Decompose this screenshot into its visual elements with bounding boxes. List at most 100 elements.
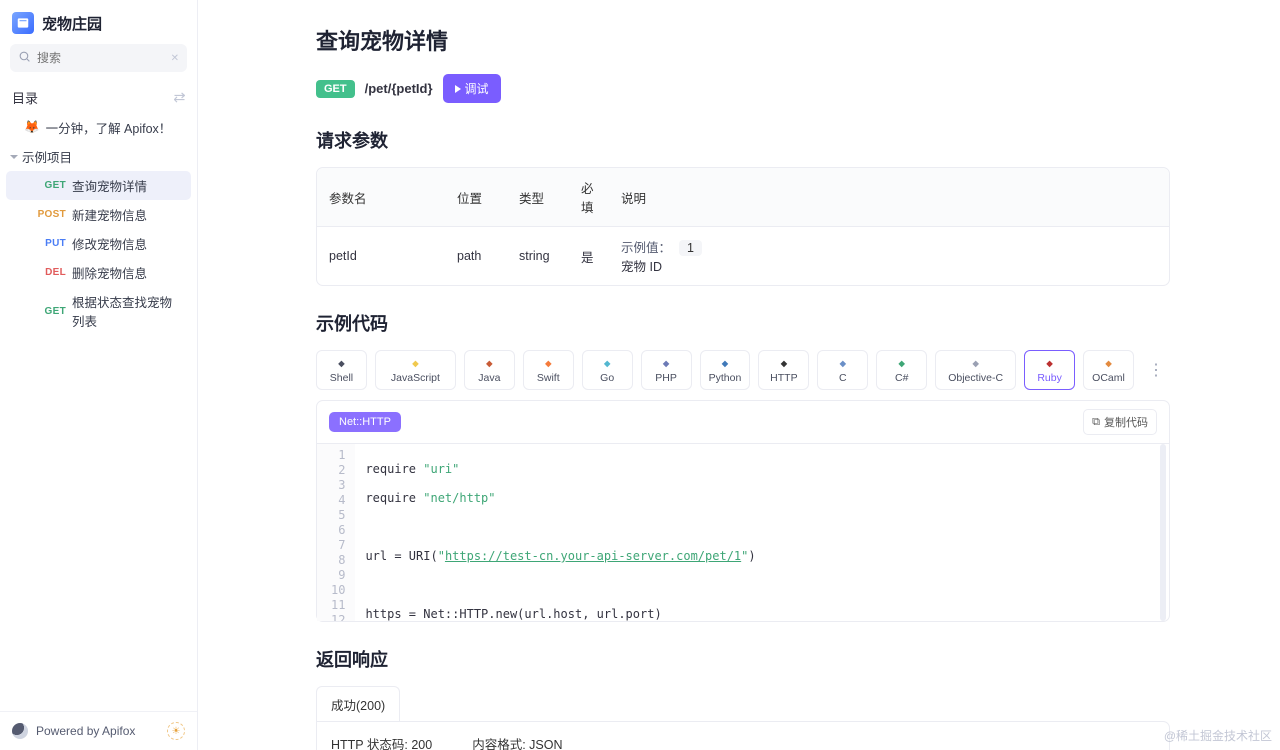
table-header: 参数名 位置 类型 必填 说明 (317, 168, 1169, 227)
response-tab[interactable]: 成功(200) (316, 686, 400, 722)
method-tag: POST (36, 209, 66, 220)
method-tag: GET (36, 180, 66, 191)
copy-label: 复制代码 (1104, 414, 1148, 430)
copy-code-button[interactable]: ⧉ 复制代码 (1083, 409, 1157, 435)
lang-icon: ◆ (718, 356, 732, 370)
search-input[interactable] (37, 51, 165, 65)
client-chip[interactable]: Net::HTTP (329, 412, 401, 432)
lang-icon: ◆ (836, 356, 850, 370)
param-in: path (445, 239, 507, 273)
search-icon (18, 50, 31, 66)
debug-label: 调试 (465, 80, 489, 97)
lang-tab-javascript[interactable]: ◆JavaScript (375, 350, 456, 390)
code-block: Net::HTTP ⧉ 复制代码 123456789101112 require… (316, 400, 1170, 622)
copy-icon: ⧉ (1092, 416, 1100, 429)
lang-label: OCaml (1092, 372, 1125, 384)
lang-icon: ◆ (1043, 356, 1057, 370)
collapse-all-icon[interactable]: ⇅ (171, 92, 188, 104)
endpoint-row: GET /pet/{petId} 调试 (316, 74, 1170, 103)
play-icon (455, 85, 461, 93)
status-code: HTTP 状态码: 200 (331, 734, 432, 750)
param-required: 是 (569, 237, 609, 276)
request-params-heading: 请求参数 (316, 127, 1170, 153)
sidebar-endpoint[interactable]: POST 新建宠物信息 (6, 200, 191, 229)
clear-icon[interactable]: ✕ (171, 53, 179, 64)
lang-label: Ruby (1037, 372, 1062, 384)
watermark: @稀土掘金技术社区 (1164, 727, 1272, 744)
lang-label: HTTP (770, 372, 797, 384)
lang-tab-c[interactable]: ◆C (817, 350, 868, 390)
sidebar-endpoint[interactable]: DEL删除宠物信息 (6, 258, 191, 287)
param-type: string (507, 239, 569, 273)
lang-icon: ◆ (1102, 356, 1116, 370)
method-tag: PUT (36, 238, 66, 249)
powered-by[interactable]: Powered by Apifox (12, 723, 135, 739)
sidebar: 宠物庄园 ✕ 目录 ⇅ 🦊 一分钟，了解 Apifox！ 示例项目 (0, 0, 198, 750)
lang-icon: ◆ (659, 356, 673, 370)
lang-tab-objectivec[interactable]: ◆Objective-C (935, 350, 1016, 390)
lang-tab-php[interactable]: ◆ PHP (641, 350, 692, 390)
theme-toggle[interactable]: ☀ (167, 722, 185, 740)
param-name: petId (317, 239, 445, 273)
lang-label: C# (895, 372, 908, 384)
params-table: 参数名 位置 类型 必填 说明 petId path string 是 示例值：… (316, 167, 1170, 286)
lang-label: Go (600, 372, 614, 384)
fox-icon: 🦊 (24, 120, 40, 135)
lang-label: PHP (655, 372, 677, 384)
col-type: 类型 (507, 178, 569, 217)
code-body[interactable]: 123456789101112 require "uri" require "n… (317, 443, 1169, 621)
lang-label: Python (709, 372, 742, 384)
param-desc: 示例值：1 宠物 ID (609, 227, 1169, 285)
sidebar-footer: Powered by Apifox ☀ (0, 711, 197, 750)
lang-tab-ocaml[interactable]: ◆ OCaml (1083, 350, 1134, 390)
apifox-icon (12, 723, 28, 739)
endpoint-label: 新建宠物信息 (72, 205, 147, 224)
endpoint-label: 查询宠物详情 (72, 176, 147, 195)
col-in: 位置 (445, 178, 507, 217)
directory-header: 目录 ⇅ (0, 82, 197, 113)
lang-tab-java[interactable]: ◆Java (464, 350, 515, 390)
lang-icon: ◆ (895, 356, 909, 370)
lang-label: C (839, 372, 847, 384)
col-required: 必填 (569, 168, 609, 226)
lang-icon: ◆ (408, 356, 422, 370)
endpoint-path: /pet/{petId} (365, 81, 433, 96)
debug-button[interactable]: 调试 (443, 74, 501, 103)
nav-tree: 🦊 一分钟，了解 Apifox！ 示例项目 GET 查询宠物详情 POST 新建宠物信… (0, 113, 197, 335)
app-logo-icon (12, 12, 34, 34)
quickstart-item[interactable]: 🦊 一分钟，了解 Apifox！ (6, 113, 191, 142)
method-tag: GET (36, 306, 66, 317)
lang-label: Java (478, 372, 500, 384)
method-tag: DEL (36, 267, 66, 278)
lang-tab-go[interactable]: ◆Go (582, 350, 633, 390)
sidebar-endpoint[interactable]: GET 查询宠物详情 (6, 171, 191, 200)
powered-by-label: Powered by Apifox (36, 724, 135, 738)
content-format: 内容格式: JSON (472, 734, 562, 750)
lang-tab-ruby[interactable]: ◆ Ruby (1024, 350, 1075, 390)
lang-tab-c[interactable]: ◆ C# (876, 350, 927, 390)
lang-tab-http[interactable]: ◆ HTTP (758, 350, 809, 390)
lang-tab-swift[interactable]: ◆Swift (523, 350, 574, 390)
table-row: petId path string 是 示例值：1 宠物 ID (317, 227, 1169, 285)
sidebar-endpoint[interactable]: PUT修改宠物信息 (6, 229, 191, 258)
search-input-wrap[interactable]: ✕ (10, 44, 187, 72)
col-desc: 说明 (609, 178, 1169, 217)
sidebar-endpoint[interactable]: GET根据状态查找宠物列表 (6, 287, 191, 335)
response-box: HTTP 状态码: 200 内容格式: JSON 数据结构 </> 生成代码 示… (316, 721, 1170, 750)
main: 查询宠物详情 GET /pet/{petId} 调试 请求参数 参数名 位置 类… (198, 0, 1280, 750)
directory-label: 目录 (12, 88, 38, 107)
response-heading: 返回响应 (316, 646, 1170, 672)
quickstart-label: 一分钟，了解 Apifox！ (46, 118, 172, 137)
language-tabs: ◆Shell◆JavaScript◆Java◆Swift◆Go◆PHP◆Pyth… (316, 350, 1170, 390)
lang-tab-shell[interactable]: ◆Shell (316, 350, 367, 390)
app-title: 宠物庄园 (42, 13, 102, 34)
project-folder[interactable]: 示例项目 (6, 142, 191, 171)
sample-code-heading: 示例代码 (316, 310, 1170, 336)
sidebar-header: 宠物庄园 (0, 0, 197, 44)
page-title: 查询宠物详情 (316, 24, 1170, 56)
lang-icon: ◆ (334, 356, 348, 370)
lang-icon: ◆ (777, 356, 791, 370)
more-langs-icon[interactable]: ⋮ (1142, 360, 1170, 380)
method-badge: GET (316, 80, 355, 98)
lang-tab-python[interactable]: ◆ Python (700, 350, 751, 390)
